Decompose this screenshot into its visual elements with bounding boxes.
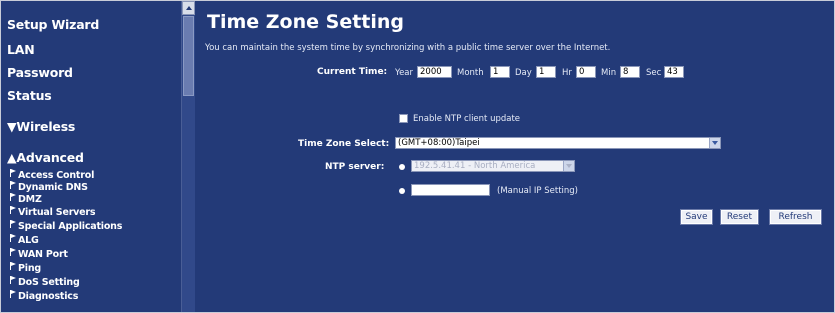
sidebar-item-status[interactable]: Status <box>7 88 52 103</box>
year-label: Year <box>395 68 413 78</box>
enable-ntp-checkbox[interactable] <box>399 114 408 123</box>
sidebar-subitem-virtual-servers[interactable]: Virtual Servers <box>10 206 96 218</box>
flag-bullet-icon <box>10 169 16 177</box>
flag-bullet-icon <box>10 234 16 242</box>
day-label: Day <box>515 68 532 78</box>
sidebar-item-advanced[interactable]: ▲Advanced <box>7 150 84 165</box>
main-content: Time Zone Setting You can maintain the s… <box>195 1 834 312</box>
current-time-label: Current Time: <box>317 67 388 77</box>
arrow-up-icon <box>186 6 192 10</box>
refresh-button[interactable]: Refresh <box>769 209 822 225</box>
manual-ip-field[interactable] <box>411 184 490 196</box>
scrollbar-thumb[interactable] <box>183 16 194 96</box>
sidebar-subitem-label: Ping <box>18 263 41 274</box>
month-field[interactable]: 1 <box>490 66 510 78</box>
flag-bullet-icon <box>10 248 16 256</box>
sidebar-item-setup-wizard[interactable]: Setup Wizard <box>7 17 99 32</box>
flag-bullet-icon <box>10 193 16 201</box>
ntp-server-select[interactable]: 192.5.41.41 - North America <box>411 160 575 172</box>
ntp-server-preset-radio[interactable] <box>399 164 405 170</box>
ntp-server-select-value: 192.5.41.41 - North America <box>414 161 536 171</box>
sidebar-subitem-label: Special Applications <box>18 221 123 232</box>
sidebar-subitem-label: Diagnostics <box>18 291 79 302</box>
timezone-label: Time Zone Select: <box>298 139 390 149</box>
sidebar-subitem-wan-port[interactable]: WAN Port <box>10 248 68 260</box>
sidebar-subitem-special-applications[interactable]: Special Applications <box>10 220 123 232</box>
flag-bullet-icon <box>10 290 16 298</box>
sidebar-subitem-alg[interactable]: ALG <box>10 234 39 246</box>
sidebar-subitem-dos-setting[interactable]: DoS Setting <box>10 276 80 288</box>
year-field[interactable]: 2000 <box>417 66 452 78</box>
second-label: Sec <box>646 68 662 78</box>
page-title: Time Zone Setting <box>207 11 405 33</box>
sidebar-subitem-dynamic-dns[interactable]: Dynamic DNS <box>10 181 88 193</box>
sidebar-subitem-label: Access Control <box>18 170 95 181</box>
flag-bullet-icon <box>10 206 16 214</box>
minute-field[interactable]: 8 <box>620 66 640 78</box>
sidebar-subitem-diagnostics[interactable]: Diagnostics <box>10 290 79 302</box>
hour-field[interactable]: 0 <box>576 66 596 78</box>
scroll-up-button[interactable] <box>182 1 195 15</box>
sidebar-nav: Setup Wizard LAN Password Status ▼Wirele… <box>1 1 181 312</box>
minute-label: Min <box>601 68 617 78</box>
sidebar-subitem-label: WAN Port <box>18 249 68 260</box>
ntp-server-manual-radio[interactable] <box>399 188 405 194</box>
enable-ntp-label: Enable NTP client update <box>413 114 521 124</box>
sidebar-subitem-label: ALG <box>18 235 39 246</box>
ntp-server-label: NTP server: <box>325 162 385 172</box>
sidebar-subitem-label: DMZ <box>18 194 42 205</box>
hour-label: Hr <box>562 68 572 78</box>
timezone-select-value: (GMT+08:00)Taipei <box>398 138 480 148</box>
save-button[interactable]: Save <box>680 209 713 225</box>
chevron-down-icon <box>709 138 720 148</box>
manual-ip-label: (Manual IP Setting) <box>497 186 578 196</box>
sidebar-scrollbar[interactable] <box>181 1 195 312</box>
flag-bullet-icon <box>10 220 16 228</box>
flag-bullet-icon <box>10 181 16 189</box>
sidebar-item-password[interactable]: Password <box>7 65 73 80</box>
sidebar-item-wireless[interactable]: ▼Wireless <box>7 119 75 134</box>
sidebar-subitem-ping[interactable]: Ping <box>10 262 41 274</box>
sidebar-subitem-access-control[interactable]: Access Control <box>10 169 95 181</box>
page-description: You can maintain the system time by sync… <box>205 43 611 53</box>
router-config-window: Setup Wizard LAN Password Status ▼Wirele… <box>0 0 835 313</box>
day-field[interactable]: 1 <box>536 66 556 78</box>
chevron-down-icon <box>563 161 574 171</box>
flag-bullet-icon <box>10 262 16 270</box>
sidebar-item-lan[interactable]: LAN <box>7 42 35 57</box>
flag-bullet-icon <box>10 276 16 284</box>
sidebar-subitem-dmz[interactable]: DMZ <box>10 193 42 205</box>
timezone-select[interactable]: (GMT+08:00)Taipei <box>395 137 721 149</box>
second-field[interactable]: 43 <box>664 66 684 78</box>
sidebar-subitem-label: Virtual Servers <box>18 207 96 218</box>
reset-button[interactable]: Reset <box>720 209 759 225</box>
sidebar-subitem-label: DoS Setting <box>18 277 80 288</box>
sidebar-subitem-label: Dynamic DNS <box>18 182 88 193</box>
month-label: Month <box>457 68 484 78</box>
